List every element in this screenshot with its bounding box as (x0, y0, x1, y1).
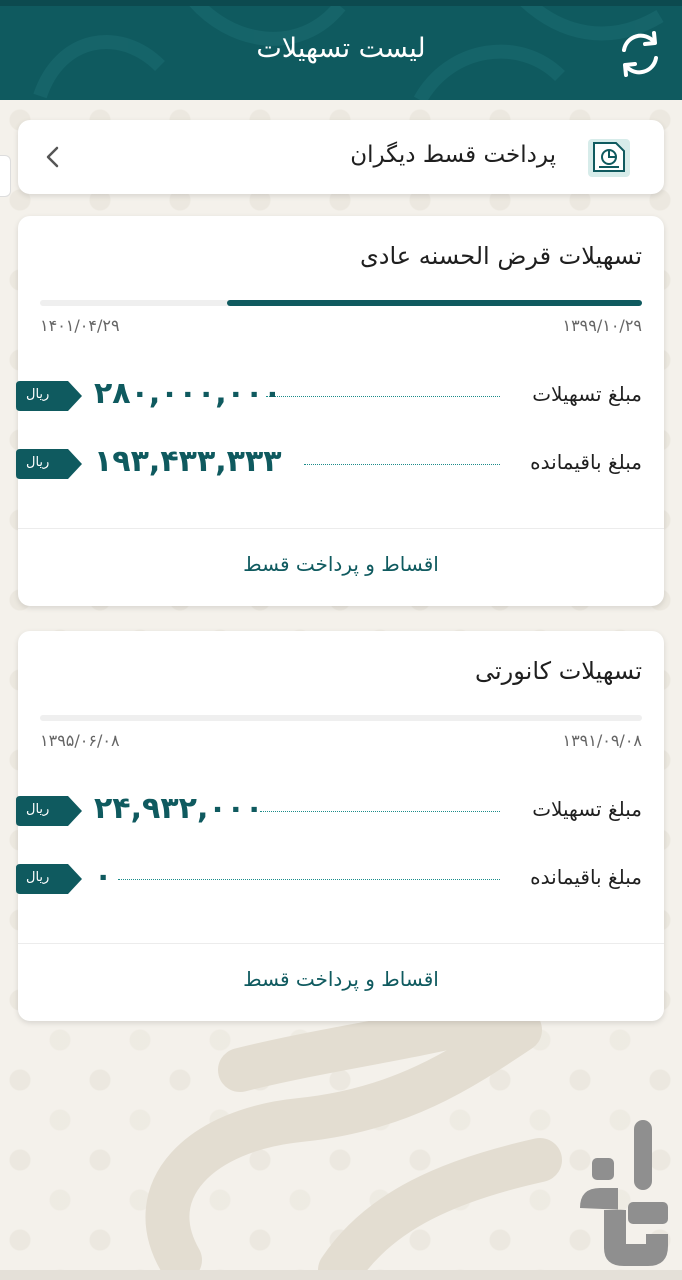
currency-label: ریال (26, 870, 50, 885)
chevron-left-icon (46, 146, 59, 168)
loan-card: تسهیلات کانورتی ۱۳۹۱/۰۹/۰۸ ۱۳۹۵/۰۶/۰۸ مب… (16, 631, 664, 1021)
loan-start-date: ۱۳۹۹/۱۰/۲۹ (562, 316, 642, 335)
loan-remaining-row: مبلغ باقیمانده ۰ ریال (16, 859, 664, 899)
other-payment-button[interactable]: پرداخت قسط دیگران (18, 120, 664, 194)
other-payment-label: پرداخت قسط دیگران (350, 142, 556, 168)
refresh-icon[interactable] (612, 26, 668, 82)
installments-link[interactable]: اقساط و پرداخت قسط (18, 967, 664, 991)
currency-label: ریال (26, 387, 50, 402)
loan-remaining-value: ۰ (94, 859, 113, 894)
leader-line (304, 464, 500, 465)
receipt-chart-icon (588, 139, 630, 177)
loan-amount-label: مبلغ تسهیلات (532, 797, 642, 821)
loan-progress-track (40, 300, 642, 306)
loan-end-date: ۱۴۰۱/۰۴/۲۹ (40, 316, 120, 335)
loan-amount-value: ۲۴,۹۳۲,۰۰۰ (94, 791, 264, 826)
currency-label: ریال (26, 455, 50, 470)
loan-progress-track (40, 715, 642, 721)
loan-amount-row: مبلغ تسهیلات ۲۸۰,۰۰۰,۰۰۰ ریال (16, 376, 664, 416)
loan-amount-row: مبلغ تسهیلات ۲۴,۹۳۲,۰۰۰ ریال (16, 791, 664, 831)
currency-label: ریال (26, 802, 50, 817)
store-logo-icon (580, 1120, 668, 1266)
app-bar: لیست تسهیلات (0, 6, 682, 100)
loan-remaining-label: مبلغ باقیمانده (530, 450, 642, 474)
loan-remaining-label: مبلغ باقیمانده (530, 865, 642, 889)
loan-title: تسهیلات کانورتی (474, 657, 642, 685)
loan-start-date: ۱۳۹۱/۰۹/۰۸ (562, 731, 642, 750)
page-title: لیست تسهیلات (256, 33, 426, 64)
currency-label-wrap: ریال (16, 864, 82, 894)
watermark-logo (145, 1010, 562, 1280)
loan-amount-value: ۲۸۰,۰۰۰,۰۰۰ (94, 376, 282, 411)
card-divider (18, 943, 664, 944)
leader-line (260, 811, 500, 812)
currency-label-wrap: ریال (16, 796, 82, 826)
loan-amount-label: مبلغ تسهیلات (532, 382, 642, 406)
loan-remaining-value: ۱۹۳,۴۳۳,۳۳۳ (94, 444, 282, 479)
currency-label-wrap: ریال (16, 449, 82, 479)
installments-link[interactable]: اقساط و پرداخت قسط (18, 552, 664, 576)
loan-remaining-row: مبلغ باقیمانده ۱۹۳,۴۳۳,۳۳۳ ریال (16, 444, 664, 484)
side-drawer-handle[interactable] (0, 155, 11, 197)
loan-progress-fill (226, 300, 642, 306)
loan-card: تسهیلات قرض الحسنه عادی ۱۳۹۹/۱۰/۲۹ ۱۴۰۱/… (16, 216, 664, 606)
card-divider (18, 528, 664, 529)
loan-title: تسهیلات قرض الحسنه عادی (359, 242, 642, 270)
currency-label-wrap: ریال (16, 381, 82, 411)
bottom-edge (0, 1270, 682, 1280)
leader-line (118, 879, 500, 880)
leader-line (266, 396, 500, 397)
loan-end-date: ۱۳۹۵/۰۶/۰۸ (40, 731, 120, 750)
